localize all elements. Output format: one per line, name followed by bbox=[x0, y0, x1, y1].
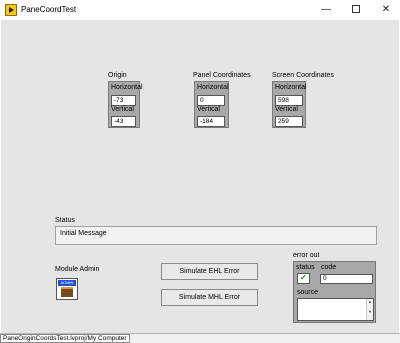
project-path[interactable]: PaneOriginCoordsTest.lvproj/My Computer bbox=[0, 334, 130, 343]
screen-horizontal-label: Horizontal bbox=[275, 84, 307, 91]
origin-label: Origin bbox=[108, 72, 127, 79]
panel-vertical-label: Vertical bbox=[197, 106, 220, 113]
panel-horizontal-label: Horizontal bbox=[197, 84, 229, 91]
status-indicator: Initial Message bbox=[55, 226, 377, 245]
panel-horizontal-indicator: 0 bbox=[197, 95, 225, 106]
status-ok-icon bbox=[297, 273, 310, 284]
module-admin-label: Module Admin bbox=[55, 266, 100, 273]
minimize-button[interactable]: — bbox=[311, 0, 341, 20]
labview-vi-icon bbox=[5, 4, 17, 16]
simulate-ehl-error-button[interactable]: Simulate EHL Error bbox=[161, 263, 258, 280]
error-code-label: code bbox=[321, 264, 337, 271]
maximize-button[interactable] bbox=[341, 0, 371, 20]
admin-box-icon bbox=[61, 287, 73, 297]
origin-cluster: Horizontal -73 Vertical -43 bbox=[108, 81, 143, 128]
error-out-label: error out bbox=[293, 252, 320, 259]
panel-coordinates-cluster: Horizontal 0 Vertical -184 bbox=[194, 81, 229, 128]
window-title: PaneCoordTest bbox=[21, 5, 77, 14]
panel-vertical-indicator: -184 bbox=[197, 116, 225, 127]
module-admin-icon[interactable]: ADMIN bbox=[56, 278, 78, 300]
origin-vertical-indicator: -43 bbox=[111, 116, 136, 127]
error-out-cluster: status code 0 source ▲▼ bbox=[293, 261, 376, 323]
admin-icon-text: ADMIN bbox=[58, 280, 76, 286]
status-bar: PaneOriginCoordsTest.lvproj/My Computer bbox=[0, 333, 400, 343]
error-status-label: status bbox=[296, 264, 315, 271]
origin-horizontal-indicator: -73 bbox=[111, 95, 136, 106]
error-source-label: source bbox=[297, 289, 319, 296]
source-scrollbar[interactable]: ▲ ▼ bbox=[366, 299, 373, 320]
screen-vertical-label: Vertical bbox=[275, 106, 298, 113]
origin-horizontal-label: Horizontal bbox=[111, 84, 143, 91]
origin-vertical-label: Vertical bbox=[111, 106, 134, 113]
panel-coordinates-label: Panel Coordinates bbox=[193, 72, 251, 79]
error-code-indicator: 0 bbox=[320, 274, 373, 284]
screen-vertical-indicator: 259 bbox=[275, 116, 303, 127]
maximize-icon bbox=[352, 5, 360, 14]
simulate-mhl-error-button[interactable]: Simulate MHL Error bbox=[161, 289, 258, 306]
screen-coordinates-label: Screen Coordinates bbox=[272, 72, 334, 79]
screen-horizontal-indicator: 598 bbox=[275, 95, 303, 106]
screen-coordinates-cluster: Horizontal 598 Vertical 259 bbox=[272, 81, 307, 128]
error-source-indicator[interactable]: ▲ ▼ bbox=[297, 298, 374, 321]
close-button[interactable]: ✕ bbox=[371, 0, 400, 20]
title-bar[interactable]: PaneCoordTest — ✕ bbox=[0, 0, 400, 20]
status-label: Status bbox=[55, 217, 75, 224]
